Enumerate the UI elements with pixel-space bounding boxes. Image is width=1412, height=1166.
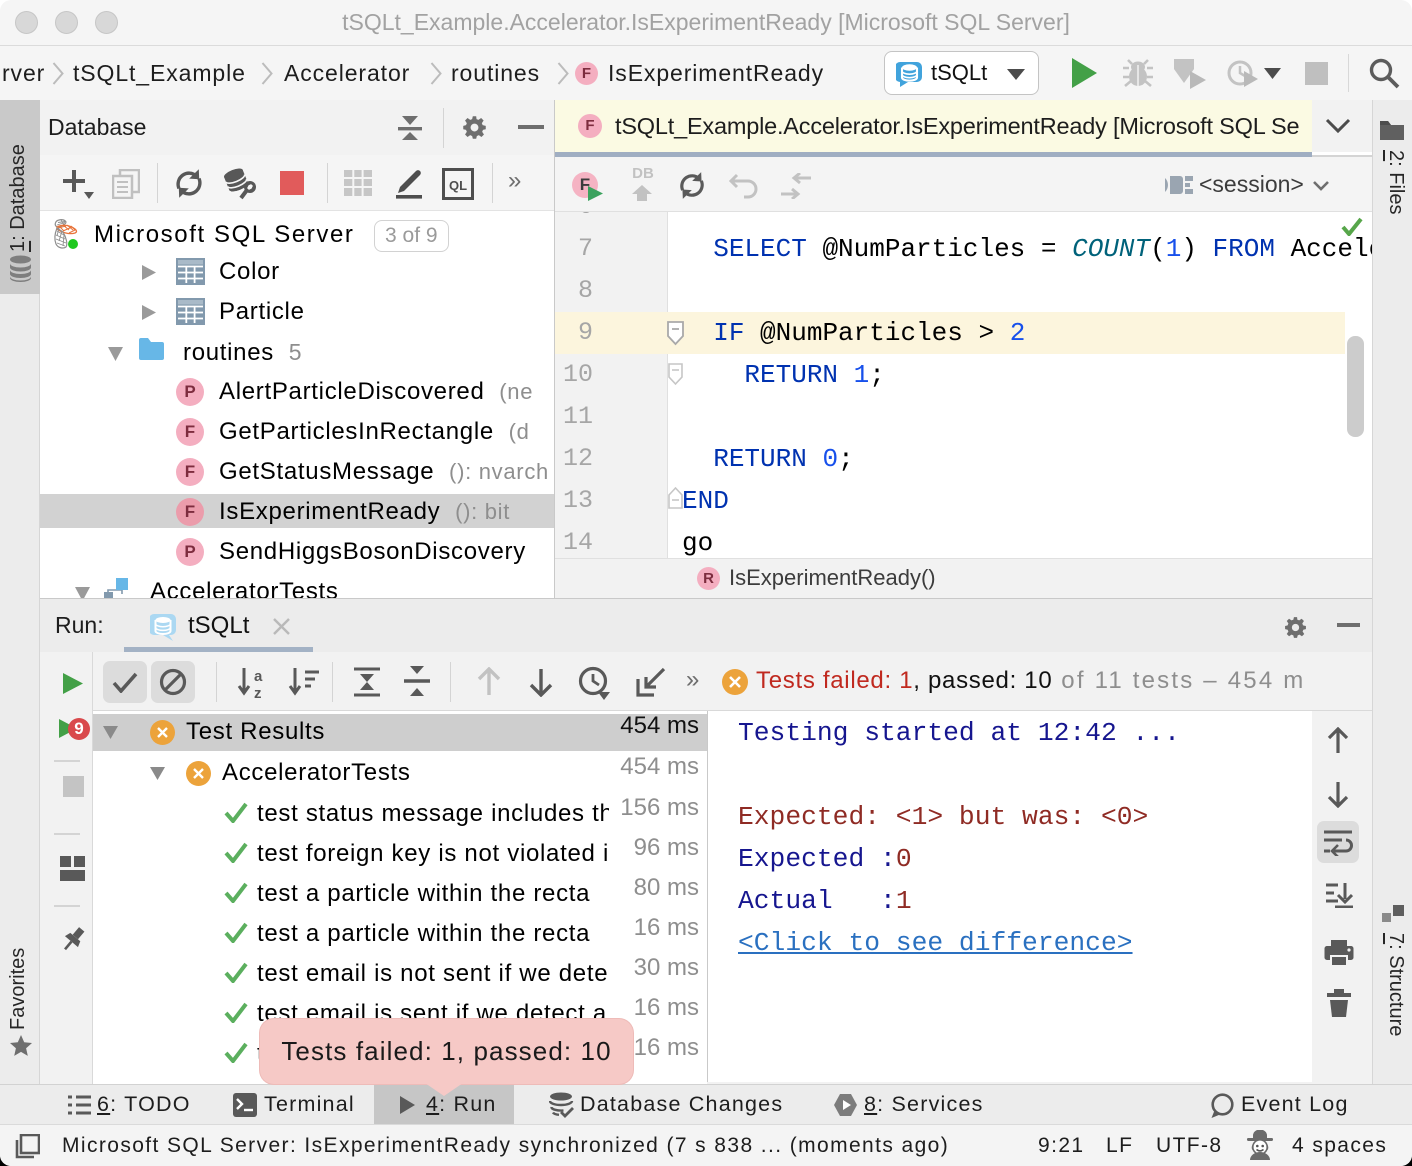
svg-text:z: z — [254, 685, 262, 700]
svg-text:QL: QL — [449, 178, 467, 193]
svg-text:a: a — [254, 668, 263, 685]
